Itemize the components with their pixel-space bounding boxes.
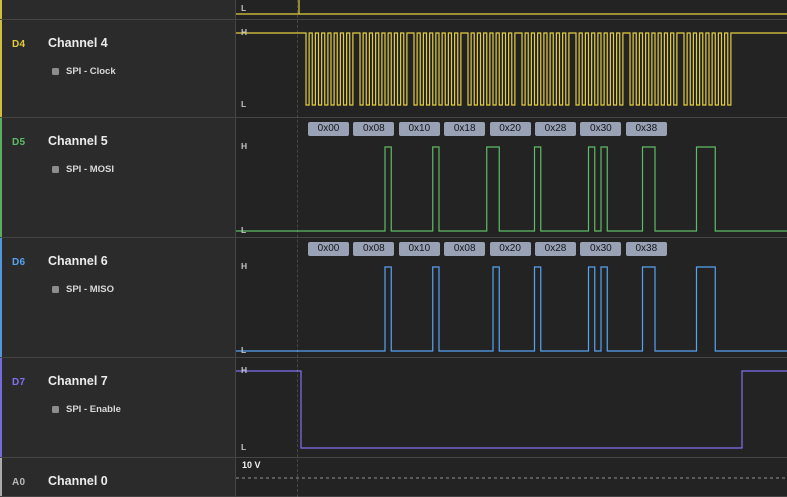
low-level-label: L [241, 442, 247, 452]
low-level-label: L [241, 345, 247, 355]
analyzer-label: SPI - MOSI [66, 164, 115, 175]
channel-sidebar-a0[interactable]: A0 Channel 0 [0, 458, 236, 496]
channel-id-badge[interactable]: D5 [12, 137, 25, 148]
analyzer-label: SPI - Clock [66, 66, 116, 77]
byte-annotation[interactable]: 0x08 [444, 242, 486, 256]
channel-sidebar-partial[interactable] [0, 0, 236, 19]
channel-id-badge[interactable]: D6 [12, 257, 25, 268]
decoded-bytes-row: 0x00 0x08 0x10 0x08 0x20 0x28 0x30 0x38 [236, 242, 787, 256]
byte-annotation[interactable]: 0x20 [489, 242, 531, 256]
high-level-label: H [241, 365, 248, 375]
byte-annotation[interactable]: 0x00 [308, 122, 349, 136]
channel-color-strip [0, 20, 2, 117]
analyzer-chip-icon [52, 406, 59, 413]
miso-waveform[interactable] [236, 238, 787, 358]
analyzer-chip-icon [52, 166, 59, 173]
byte-annotation[interactable]: 0x10 [398, 122, 440, 136]
channel-name: Channel 0 [48, 474, 108, 488]
channel-color-strip [0, 118, 2, 237]
channel-name: Channel 7 [48, 374, 108, 388]
high-level-label: H [241, 261, 248, 271]
byte-annotation[interactable]: 0x28 [535, 242, 576, 256]
channel-row-d7: D7 Channel 7 SPI - Enable H L [0, 358, 787, 458]
analyzer-chip-icon [52, 286, 59, 293]
channel-id-badge[interactable]: D4 [12, 39, 25, 50]
byte-annotation[interactable]: 0x20 [489, 122, 531, 136]
analyzer-row[interactable]: SPI - MOSI [52, 164, 114, 175]
analyzer-row[interactable]: SPI - Clock [52, 66, 116, 77]
channel-row-partial: L [0, 0, 787, 20]
byte-annotation[interactable]: 0x38 [625, 242, 667, 256]
byte-annotation[interactable]: 0x08 [353, 122, 395, 136]
waveform-area-partial[interactable]: L [236, 0, 787, 19]
channel-name: Channel 5 [48, 134, 108, 148]
byte-annotation[interactable]: 0x30 [580, 122, 622, 136]
analyzer-chip-icon [52, 68, 59, 75]
channel-color-strip [0, 238, 2, 357]
low-level-label: L [241, 225, 247, 235]
waveform-area-d5[interactable]: 0x00 0x08 0x10 0x18 0x20 0x28 0x30 0x38 H L [236, 118, 787, 237]
byte-annotation[interactable]: 0x28 [535, 122, 576, 136]
analyzer-label: SPI - Enable [66, 404, 121, 415]
analyzer-row[interactable]: SPI - MISO [52, 284, 114, 295]
channel-sidebar-d6[interactable]: D6 Channel 6 SPI - MISO [0, 238, 236, 357]
enable-waveform[interactable] [236, 358, 787, 458]
decoded-bytes-row: 0x00 0x08 0x10 0x18 0x20 0x28 0x30 0x38 [236, 122, 787, 136]
low-level-label: L [241, 3, 247, 13]
partial-waveform [236, 0, 787, 15]
byte-annotation[interactable]: 0x18 [444, 122, 486, 136]
byte-annotation[interactable]: 0x30 [580, 242, 622, 256]
byte-annotation[interactable]: 0x38 [625, 122, 667, 136]
channel-row-a0: A0 Channel 0 10 V [0, 458, 787, 497]
mosi-waveform[interactable] [236, 118, 787, 238]
high-level-label: H [241, 27, 248, 37]
byte-annotation[interactable]: 0x00 [308, 242, 349, 256]
channel-row-d4: D4 Channel 4 SPI - Clock H L [0, 20, 787, 118]
waveform-area-d6[interactable]: 0x00 0x08 0x10 0x08 0x20 0x28 0x30 0x38 H L [236, 238, 787, 357]
channel-id-badge[interactable]: A0 [12, 477, 25, 488]
byte-annotation[interactable]: 0x08 [353, 242, 395, 256]
channel-color-strip [0, 458, 2, 496]
channel-name: Channel 4 [48, 36, 108, 50]
channel-row-d5: D5 Channel 5 SPI - MOSI 0x00 0x08 0x10 0x18… [0, 118, 787, 238]
analyzer-row[interactable]: SPI - Enable [52, 404, 121, 415]
waveform-area-a0[interactable]: 10 V [236, 458, 787, 496]
channel-name: Channel 6 [48, 254, 108, 268]
channel-row-d6: D6 Channel 6 SPI - MISO 0x00 0x08 0x10 0x08… [0, 238, 787, 358]
channel-sidebar-d7[interactable]: D7 Channel 7 SPI - Enable [0, 358, 236, 457]
waveform-area-d7[interactable]: H L [236, 358, 787, 457]
low-level-label: L [241, 99, 247, 109]
channel-color-strip [0, 0, 2, 19]
channel-id-badge[interactable]: D7 [12, 377, 25, 388]
analog-gridline [236, 477, 787, 479]
byte-annotation[interactable]: 0x10 [398, 242, 440, 256]
clock-waveform[interactable] [236, 20, 787, 118]
channel-color-strip [0, 358, 2, 457]
channel-sidebar-d5[interactable]: D5 Channel 5 SPI - MOSI [0, 118, 236, 237]
logic-analyzer-window: L D4 Channel 4 SPI - Clock H L D5 Channe… [0, 0, 787, 497]
waveform-area-d4[interactable]: H L [236, 20, 787, 117]
voltage-scale-label: 10 V [242, 460, 261, 470]
analyzer-label: SPI - MISO [66, 284, 115, 295]
high-level-label: H [241, 141, 248, 151]
channel-sidebar-d4[interactable]: D4 Channel 4 SPI - Clock [0, 20, 236, 117]
